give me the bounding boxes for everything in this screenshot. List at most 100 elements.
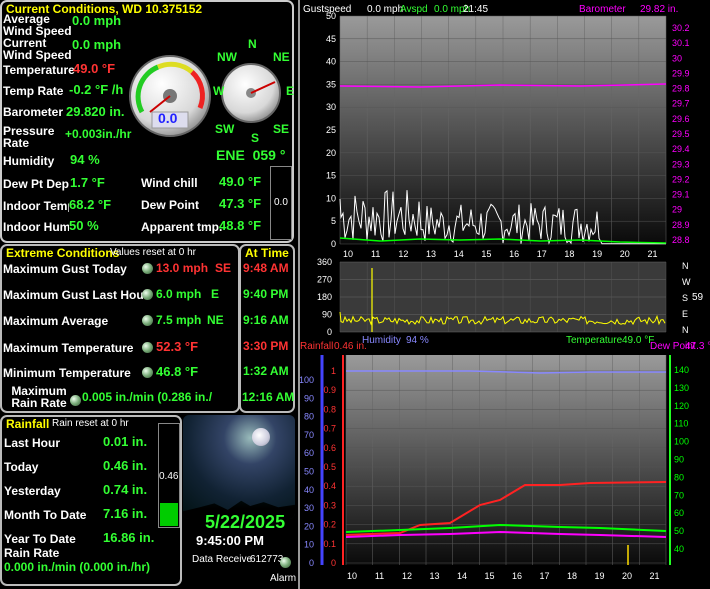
max-gust-hour-dir: E [211, 287, 220, 301]
hum-y-tick: 90 [304, 393, 314, 403]
pressure-rate-label: Pressure Rate [3, 124, 55, 150]
baro-y-tick: 28.9 [672, 220, 690, 230]
rain-y-tick: 0.9 [323, 385, 336, 395]
temp-x-tick: 16 [512, 571, 522, 581]
rain-rate-label: Rain Rate [4, 546, 60, 560]
compass-se: SE [273, 122, 290, 136]
temp-x-tick: 11 [375, 571, 384, 581]
rain-gauge-fill [160, 503, 178, 526]
dew-pt-dep-value: 1.7 °F [70, 175, 105, 190]
temperature-label: Temperature [3, 63, 75, 77]
dew-pt-dep-label: Dew Pt Dep [3, 177, 70, 191]
hum-y-tick: 50 [304, 467, 314, 477]
wind-y-tick: 30 [326, 102, 336, 112]
temp-x-tick: 12 [402, 571, 412, 581]
graphs-area: Gustspeed 0.0 mph Avspd 0.0 mph 21:45 Ba… [298, 0, 710, 589]
alarm-label[interactable]: Alarm [270, 573, 296, 584]
rain-y-tick: 0.5 [323, 462, 336, 472]
compass-s: S [251, 131, 260, 145]
dir-y-tick: 180 [317, 292, 332, 302]
temp-rate-label: Temp Rate [3, 84, 64, 98]
indoor-hum-label: Indoor Hum [3, 221, 69, 233]
temp-x-tick: 17 [539, 571, 549, 581]
wind-speed-gauge [129, 55, 211, 137]
temp-x-tick: 21 [649, 571, 659, 581]
temp-y-tick: 80 [674, 472, 684, 482]
hum-y-tick: 70 [304, 430, 314, 440]
barometer-value: 29.820 in. [66, 104, 125, 119]
avg-wind-value: 0.0 mph [72, 13, 122, 28]
max-gust-today-time: 9:48 AM [243, 261, 289, 275]
max-temperature-label: Maximum Temperature [3, 341, 134, 355]
hum-y-tick: 100 [300, 375, 314, 385]
apparent-value: 48.8 °F [219, 218, 262, 233]
current-wind-label: Current Wind Speed [3, 36, 72, 62]
dewpoint-label: Dew Point [141, 198, 200, 212]
dir-y-tick: 90 [322, 310, 332, 320]
hum-y-tick: 30 [304, 503, 314, 513]
wind-y-tick: 10 [326, 193, 336, 203]
dir-right-label: W [682, 277, 691, 287]
hum-y-tick: 60 [304, 448, 314, 458]
baro-y-tick: 29.9 [672, 68, 690, 78]
compass-dial [221, 63, 281, 123]
compass-n: N [248, 37, 257, 51]
rain-y-tick: 0.4 [323, 481, 336, 491]
min-temperature-indicator [142, 367, 153, 378]
max-average-dir: NE [207, 313, 224, 327]
extreme-subtitle: Values reset at 0 hr [110, 247, 196, 258]
dir-right-label: N [682, 325, 689, 335]
dir-y-tick: 360 [317, 257, 332, 267]
temp-y-tick: 40 [674, 544, 684, 554]
rainfall-subtitle: Rain reset at 0 hr [52, 418, 129, 429]
rain-gauge-value: 0.46 [159, 471, 179, 482]
compass-sw: SW [215, 122, 235, 136]
temp-y-tick: 140 [674, 365, 689, 375]
baro-y-tick: 29.3 [672, 159, 690, 169]
temp-x-tick: 10 [347, 571, 357, 581]
max-temperature-time: 3:30 PM [243, 339, 289, 353]
temp-rate-value: -0.2 °F /h [69, 82, 124, 97]
wind-y-tick: 45 [326, 34, 336, 44]
temp-x-tick: 13 [429, 571, 439, 581]
sky-moon-image [183, 415, 295, 519]
data-received-value: 612773 [250, 554, 284, 565]
rain-yesterday-label: Yesterday [4, 484, 61, 498]
temp-y-tick: 50 [674, 526, 684, 536]
apparent-label: Apparent tmp. [141, 220, 223, 234]
max-gust-today-indicator [142, 263, 153, 274]
current-date: 5/22/2025 [205, 512, 286, 532]
avg-wind-label: Average Wind Speed [3, 12, 72, 38]
rain-y-tick: 0.7 [323, 424, 336, 434]
baro-y-tick: 30.2 [672, 23, 690, 33]
rain-month-label: Month To Date [4, 508, 87, 522]
small-value-text: 0.0 [274, 197, 288, 208]
temp-humidity-rain-graph: 100908070605040302010010.90.80.70.60.50.… [300, 355, 689, 581]
temp-y-tick: 130 [674, 383, 689, 393]
baro-y-tick: 29.1 [672, 190, 690, 200]
hum-y-tick: 40 [304, 485, 314, 495]
wind-y-tick: 20 [326, 148, 336, 158]
alarm-indicator[interactable] [280, 557, 291, 568]
at-time-title: At Time [245, 246, 289, 260]
rain-last-hour-value: 0.01 in. [103, 434, 148, 449]
dir-right-label: E [682, 309, 688, 319]
baro-y-tick: 29.8 [672, 84, 690, 94]
rain-gauge: 0.46 [158, 423, 180, 528]
small-value-box: 0.0 [270, 166, 292, 240]
min-temperature-value: 46.8 °F [156, 364, 199, 379]
max-rain-rate-indicator [70, 395, 81, 406]
wind-direction-graph: 360270180900NWSEN [317, 257, 691, 337]
dir-y-tick: 270 [317, 275, 332, 285]
max-gust-today-label: Maximum Gust Today [3, 262, 127, 276]
baro-y-tick: 30.1 [672, 38, 690, 48]
baro-y-tick: 29.4 [672, 144, 690, 154]
rain-y-tick: 0.2 [323, 520, 336, 530]
max-average-time: 9:16 AM [243, 313, 289, 327]
wind-y-tick: 5 [331, 216, 336, 226]
rain-y-tick: 0 [331, 558, 336, 568]
rain-rate-value: 0.000 in./min (0.000 in./hr) [4, 560, 151, 574]
baro-y-tick: 29 [672, 205, 682, 215]
compass-e: E [286, 84, 295, 98]
rain-year-value: 16.86 in. [103, 530, 155, 545]
